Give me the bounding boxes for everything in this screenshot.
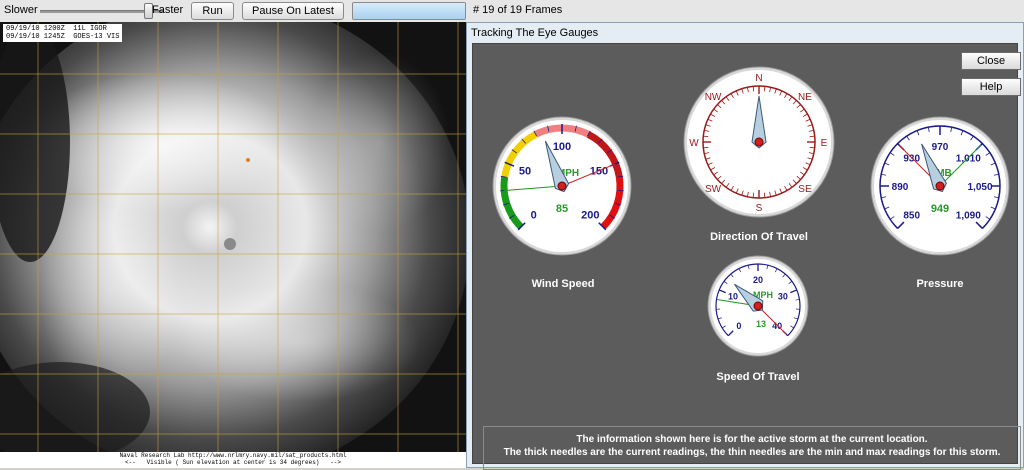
pressure-tick-label: 1,050 bbox=[967, 182, 992, 193]
pressure-tick-label: 850 bbox=[903, 210, 920, 221]
direction-tick bbox=[810, 147, 815, 148]
speed-tick-label: 10 bbox=[728, 292, 738, 302]
wind-tick-label: 50 bbox=[519, 166, 531, 178]
wind-speed-gauge: 050100150200MPH85 bbox=[487, 111, 637, 261]
direction-tick bbox=[764, 193, 765, 198]
pressure-tick-label: 930 bbox=[903, 154, 920, 165]
animation-toolbar: Slower Faster Run Pause On Latest # 19 o… bbox=[0, 0, 1024, 23]
window-title: Tracking The Eye Gauges bbox=[471, 27, 598, 39]
slower-label: Slower bbox=[4, 4, 38, 16]
info-line-1: The information shown here is for the ac… bbox=[484, 433, 1020, 446]
gauge-info-box: The information shown here is for the ac… bbox=[483, 426, 1021, 470]
pressure-hub bbox=[936, 182, 944, 190]
speed-of-travel-gauge: 010203040MPH13 bbox=[705, 253, 811, 359]
wind-tick-label: 200 bbox=[581, 209, 599, 221]
gauges-window: Tracking The Eye Gauges 050100150200MPH8… bbox=[466, 22, 1024, 468]
direction-tick bbox=[703, 147, 708, 148]
speed-hub bbox=[754, 302, 762, 310]
direction-tick bbox=[703, 136, 708, 137]
pause-on-latest-button[interactable]: Pause On Latest bbox=[242, 2, 344, 20]
compass-point-n: N bbox=[755, 73, 762, 84]
pressure-gauge: 8508909309701,0101,0501,090MB949 bbox=[865, 111, 1015, 261]
image-credit: Naval Research Lab http://www.nrlmry.nav… bbox=[0, 452, 466, 468]
direction-tick bbox=[764, 86, 765, 91]
pressure-tick-label: 1,090 bbox=[956, 210, 981, 221]
image-info-label: 09/19/10 1200Z 11L IGOR 09/19/10 1245Z G… bbox=[3, 24, 122, 42]
pressure-tick-label: 890 bbox=[892, 182, 909, 193]
wind-tick-label: 100 bbox=[553, 141, 571, 153]
close-button[interactable]: Close bbox=[961, 52, 1021, 70]
hurricane-imagery bbox=[0, 22, 466, 468]
run-button[interactable]: Run bbox=[191, 2, 234, 20]
satellite-image: Naval Research Lab http://www.nrlmry.nav… bbox=[0, 22, 466, 468]
direction-tick bbox=[753, 86, 754, 91]
direction-tick bbox=[753, 193, 754, 198]
speed-tick-label: 30 bbox=[778, 292, 788, 302]
compass-point-se: SE bbox=[798, 184, 812, 195]
speed-reading: 13 bbox=[756, 319, 766, 329]
compass-point-nw: NW bbox=[705, 92, 722, 103]
speed-tick-label: 20 bbox=[753, 275, 763, 285]
frame-counter: # 19 of 19 Frames bbox=[473, 4, 562, 16]
direction-tick bbox=[810, 136, 815, 137]
pressure-caption: Pressure bbox=[860, 278, 1020, 290]
wind-tick-label: 0 bbox=[531, 209, 537, 221]
faster-label: Faster bbox=[152, 4, 183, 16]
direction-caption: Direction Of Travel bbox=[679, 231, 839, 243]
speed-tick-label: 40 bbox=[772, 321, 782, 331]
wind-speed-caption: Wind Speed bbox=[483, 278, 643, 290]
compass-point-w: W bbox=[689, 138, 699, 149]
pressure-tick-label: 1,010 bbox=[956, 154, 981, 165]
speed-caption: Speed Of Travel bbox=[678, 371, 838, 383]
compass-point-ne: NE bbox=[798, 92, 812, 103]
direction-hub bbox=[755, 138, 763, 146]
storm-center-marker bbox=[246, 158, 250, 162]
compass-point-e: E bbox=[821, 138, 828, 149]
frame-progress-bar bbox=[352, 2, 466, 20]
compass-point-sw: SW bbox=[705, 184, 722, 195]
wind-reading: 85 bbox=[556, 203, 568, 215]
info-line-2: The thick needles are the current readin… bbox=[484, 446, 1020, 459]
pressure-reading: 949 bbox=[931, 203, 949, 215]
gauges-panel: 050100150200MPH85 Wind Speed NNEESESSWWN… bbox=[472, 43, 1018, 464]
help-button[interactable]: Help bbox=[961, 78, 1021, 96]
speed-tick-label: 0 bbox=[736, 321, 741, 331]
pressure-tick-label: 970 bbox=[932, 142, 949, 153]
compass-point-s: S bbox=[756, 203, 763, 214]
direction-of-travel-gauge: N NE E SE S SW W NW bbox=[679, 62, 839, 222]
wind-hub bbox=[558, 182, 566, 190]
